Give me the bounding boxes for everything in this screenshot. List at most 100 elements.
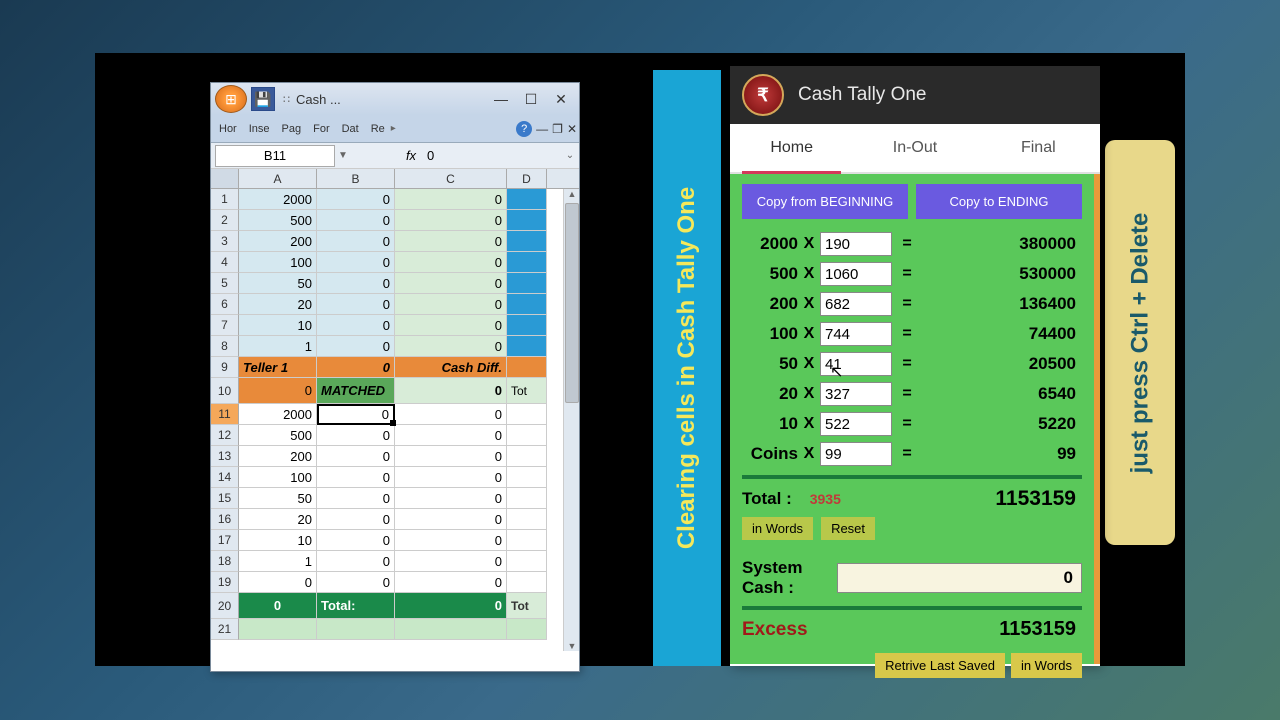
cell[interactable]: 0 [395,467,507,488]
workbook-close-icon[interactable]: ✕ [567,122,577,136]
cell[interactable] [507,446,547,467]
row-header[interactable]: 21 [211,619,239,640]
cell[interactable] [507,404,547,425]
cell[interactable]: 0 [395,446,507,467]
row-header[interactable]: 14 [211,467,239,488]
cell[interactable]: 0 [239,572,317,593]
cell[interactable]: 100 [239,252,317,273]
cell[interactable] [317,619,395,640]
cell[interactable]: 0 [395,189,507,210]
row-header[interactable]: 5 [211,273,239,294]
cell[interactable]: 0 [395,572,507,593]
row-header[interactable]: 6 [211,294,239,315]
cell[interactable]: 500 [239,425,317,446]
cell[interactable]: 0 [317,572,395,593]
cell[interactable] [507,210,547,231]
tab-inout[interactable]: In-Out [853,124,976,172]
cell[interactable] [507,231,547,252]
cell[interactable]: MATCHED [317,378,395,404]
cell[interactable] [507,509,547,530]
col-header-d[interactable]: D [507,169,547,188]
cell[interactable]: Total: [317,593,395,619]
denom-count-input[interactable] [820,292,892,316]
save-icon[interactable]: 💾 [251,87,275,111]
cell[interactable]: 10 [239,315,317,336]
cell[interactable]: Teller 1 [239,357,317,378]
row-header[interactable]: 2 [211,210,239,231]
row-header[interactable]: 18 [211,551,239,572]
cell[interactable] [507,315,547,336]
in-words-button-2[interactable]: in Words [1011,653,1082,678]
cell[interactable]: 0 [317,509,395,530]
cell[interactable]: 0 [395,378,507,404]
row-header[interactable]: 15 [211,488,239,509]
cell[interactable]: 0 [395,336,507,357]
cell[interactable] [507,252,547,273]
denom-count-input[interactable] [820,262,892,286]
tab-home[interactable]: Home [730,124,853,172]
cell[interactable]: 50 [239,488,317,509]
cell[interactable]: 0 [395,252,507,273]
ribbon-tab-insert[interactable]: Inse [243,119,276,139]
cell[interactable] [507,294,547,315]
row-header[interactable]: 16 [211,509,239,530]
row-header[interactable]: 9 [211,357,239,378]
cell[interactable]: 0 [317,551,395,572]
col-header-c[interactable]: C [395,169,507,188]
cell[interactable]: 2000 [239,404,317,425]
formula-expand-icon[interactable]: ⌄ [561,150,579,161]
row-header[interactable]: 3 [211,231,239,252]
cell[interactable]: 500 [239,210,317,231]
close-button[interactable]: ✕ [547,88,575,110]
cell[interactable]: 0 [395,273,507,294]
select-all-corner[interactable] [211,169,239,188]
ribbon-tab-home[interactable]: Hor [213,119,243,139]
cell[interactable] [507,488,547,509]
cell[interactable]: 1 [239,336,317,357]
cell[interactable]: 0 [317,315,395,336]
row-header[interactable]: 10 [211,378,239,404]
formula-input[interactable]: 0 [421,148,561,163]
ribbon-tab-formulas[interactable]: For [307,119,336,139]
cell[interactable]: 0 [395,294,507,315]
cell[interactable]: 20 [239,509,317,530]
cell[interactable] [507,273,547,294]
minimize-button[interactable]: — [487,88,515,110]
system-cash-input[interactable] [837,563,1082,593]
row-header[interactable]: 1 [211,189,239,210]
fx-label[interactable]: fx [401,148,421,163]
denom-count-input[interactable] [820,412,892,436]
cell[interactable]: 0 [395,551,507,572]
cell[interactable]: 0 [395,488,507,509]
maximize-button[interactable]: ☐ [517,88,545,110]
row-header[interactable]: 13 [211,446,239,467]
office-button[interactable] [215,85,247,113]
cell[interactable]: 0 [317,446,395,467]
cell[interactable]: 20 [239,294,317,315]
cell[interactable]: 0 [239,593,317,619]
cell[interactable]: 200 [239,231,317,252]
copy-to-ending-button[interactable]: Copy to ENDING [916,184,1082,219]
ribbon-tab-review[interactable]: Re [365,119,391,139]
cell[interactable]: 0 [395,210,507,231]
cell[interactable]: 0 [317,467,395,488]
row-header[interactable]: 19 [211,572,239,593]
workbook-restore-icon[interactable]: ❐ [552,122,563,136]
denom-count-input[interactable] [820,232,892,256]
cell[interactable]: 0 [317,404,395,425]
cell[interactable]: 2000 [239,189,317,210]
denom-count-input[interactable] [820,352,892,376]
cell[interactable]: 0 [317,231,395,252]
row-header[interactable]: 17 [211,530,239,551]
cell[interactable]: 0 [395,404,507,425]
cell[interactable]: 100 [239,467,317,488]
cell[interactable]: 0 [395,315,507,336]
cell[interactable] [507,467,547,488]
cell[interactable]: 0 [317,252,395,273]
cell[interactable] [507,336,547,357]
cell[interactable]: 0 [317,273,395,294]
workbook-min-icon[interactable]: — [536,122,548,136]
copy-from-beginning-button[interactable]: Copy from BEGINNING [742,184,908,219]
cell[interactable] [507,189,547,210]
ribbon-tab-data[interactable]: Dat [336,119,365,139]
